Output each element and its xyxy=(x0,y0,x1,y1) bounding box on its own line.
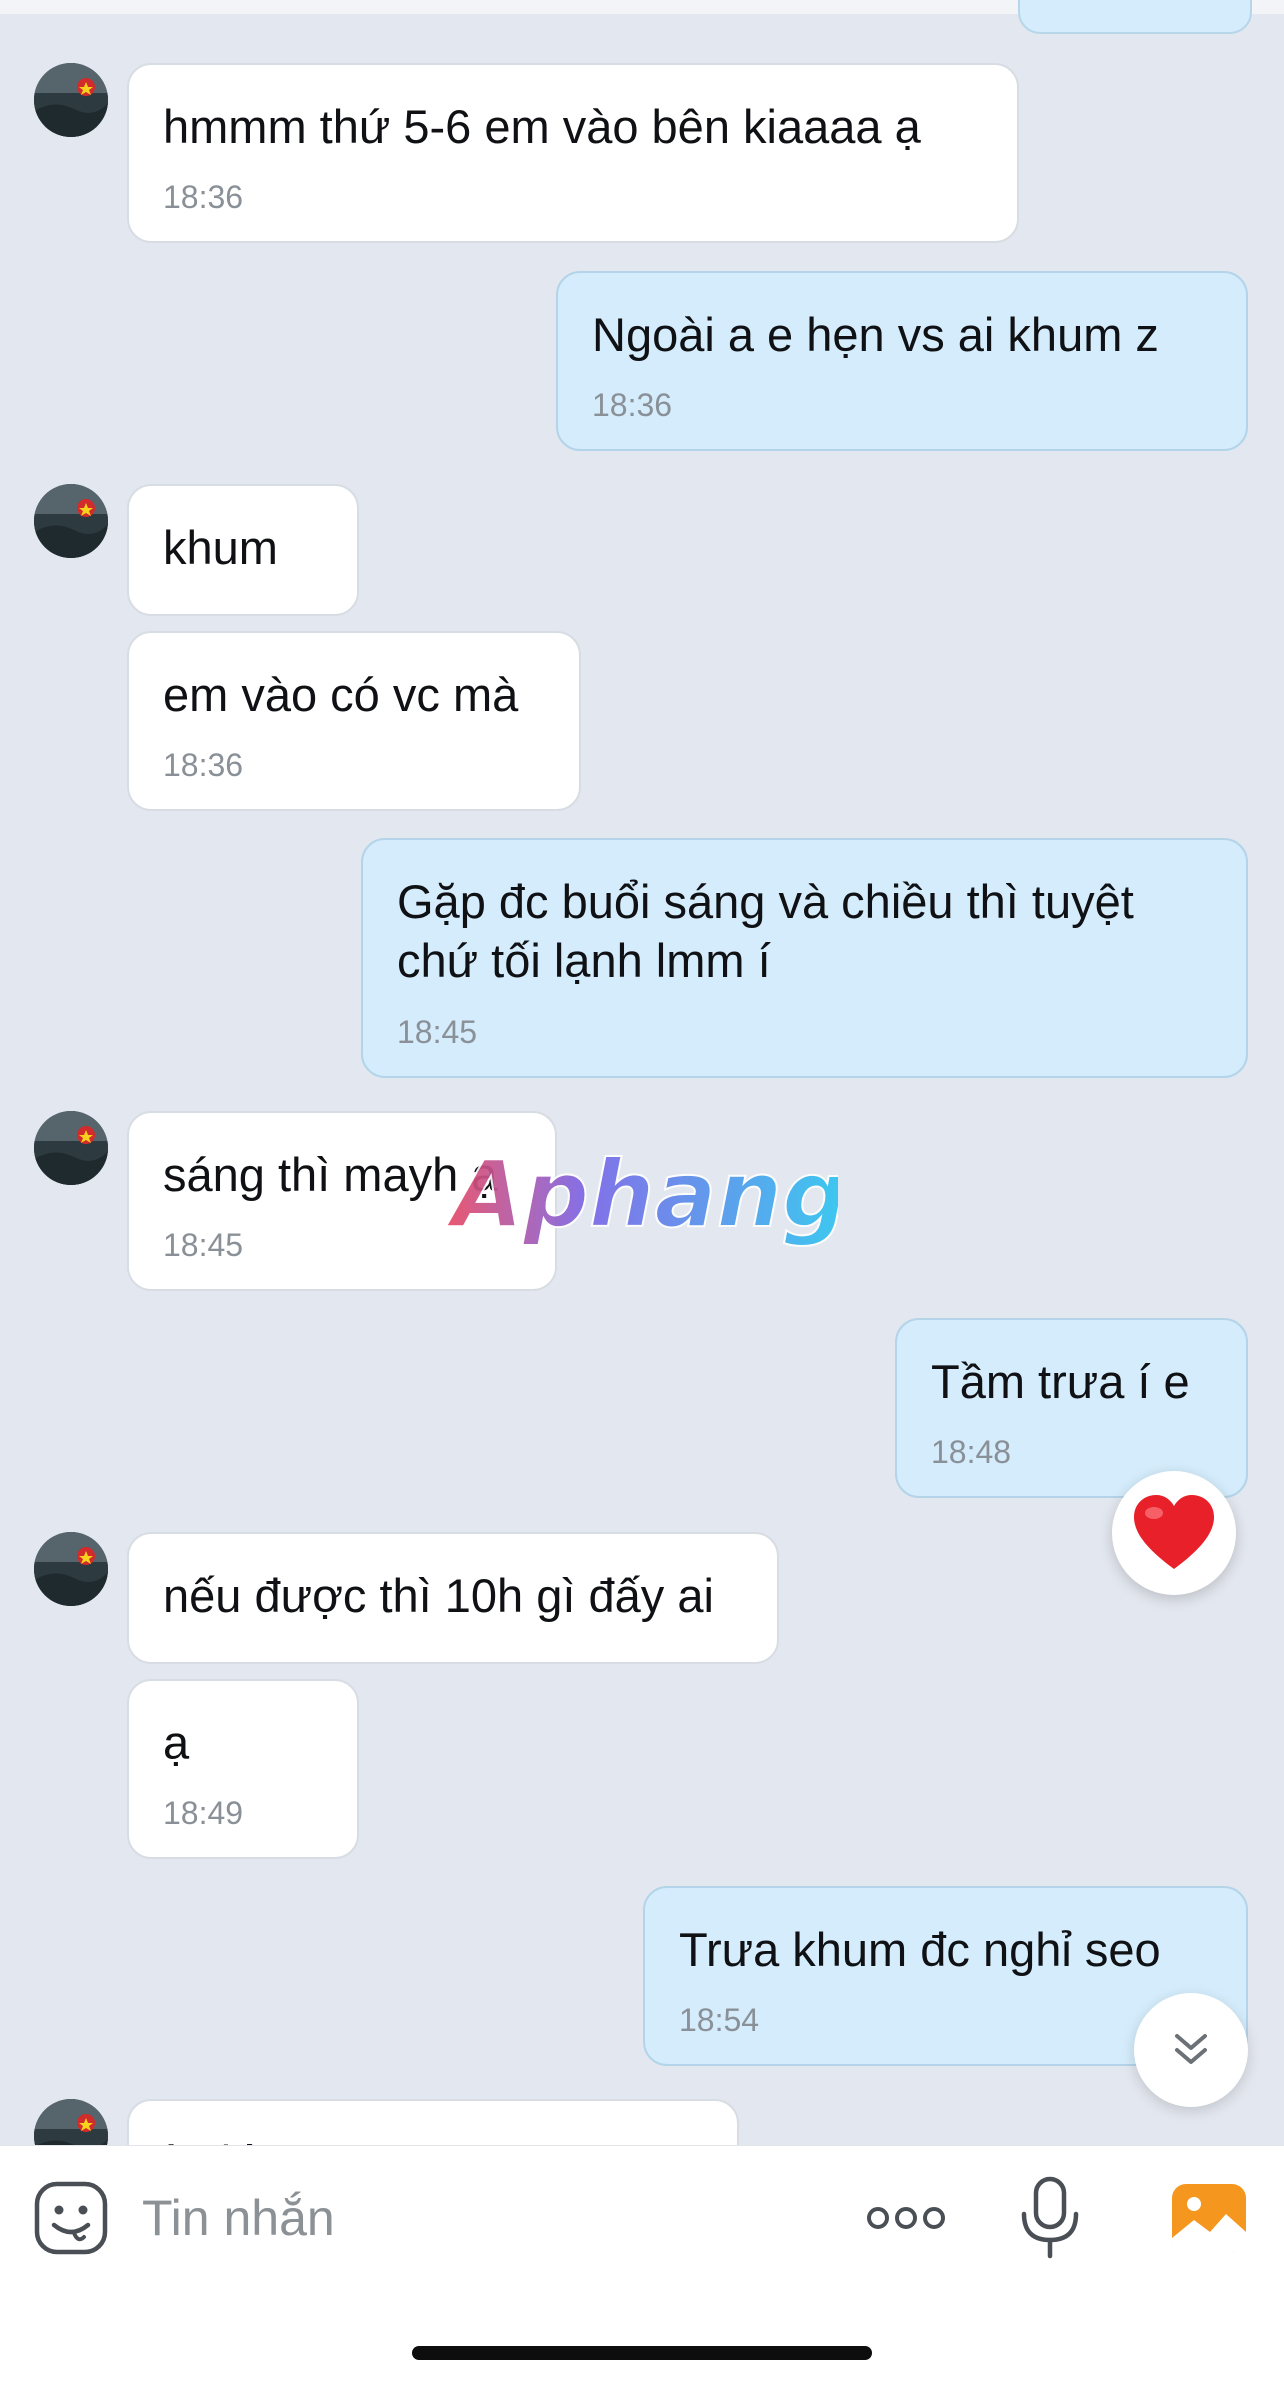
message-bubble-incoming[interactable]: khum xyxy=(127,484,359,616)
message-text: khum xyxy=(163,521,278,574)
contact-avatar[interactable] xyxy=(34,1532,108,1606)
more-options-icon[interactable] xyxy=(866,2198,946,2238)
watermark-text: Aphang xyxy=(448,1141,838,1248)
contact-avatar[interactable] xyxy=(34,63,108,137)
message-text: em vào có vc mà xyxy=(163,668,519,721)
scroll-to-bottom-button[interactable] xyxy=(1134,1993,1248,2107)
previous-message-bubble[interactable] xyxy=(1018,0,1252,34)
emoji-sticker-icon[interactable] xyxy=(34,2181,108,2255)
message-time: 18:36 xyxy=(163,747,244,783)
microphone-icon[interactable] xyxy=(1018,2176,1082,2260)
message-bubble-incoming[interactable]: em vào có vc mà 18:36 xyxy=(127,631,581,811)
message-bubble-incoming[interactable]: ạ 18:49 xyxy=(127,1679,359,1859)
double-chevron-down-icon xyxy=(1175,2034,1207,2064)
message-text: hmmm thứ 5-6 em vào bên kiaaaa ạ xyxy=(163,100,921,153)
reaction-badge[interactable] xyxy=(1112,1471,1236,1595)
photo-gallery-icon[interactable] xyxy=(1170,2182,1248,2254)
message-text: Trưa khum đc nghỉ seo xyxy=(679,1923,1161,1976)
message-time: 18:36 xyxy=(592,387,673,423)
message-bubble-outgoing[interactable]: Ngoài a e hẹn vs ai khum z 18:36 xyxy=(556,271,1248,451)
message-time: 18:45 xyxy=(397,1014,478,1050)
message-time: 18:54 xyxy=(679,2002,760,2038)
message-text: ạ xyxy=(163,1716,190,1769)
message-time: 18:45 xyxy=(163,1227,244,1263)
contact-avatar[interactable] xyxy=(34,2099,108,2145)
message-time: 18:49 xyxy=(163,1795,244,1831)
message-text: nếu được thì 10h gì đấy ai xyxy=(163,1569,714,1622)
message-text: Tầm trưa í e xyxy=(931,1355,1190,1408)
contact-avatar[interactable] xyxy=(34,484,108,558)
message-bubble-incoming[interactable]: hmmm thứ 5-6 em vào bên kiaaaa ạ 18:36 xyxy=(127,63,1019,243)
message-time: 18:36 xyxy=(163,179,244,215)
message-text: Ngoài a e hẹn vs ai khum z xyxy=(592,308,1159,361)
contact-avatar[interactable] xyxy=(34,1111,108,1185)
chat-area: hmmm thứ 5-6 em vào bên kiaaaa ạ 18:36 N… xyxy=(0,0,1284,2145)
message-bubble-incoming[interactable]: nếu được thì 10h gì đấy ai xyxy=(127,1532,779,1664)
message-text: ừ thì .... xyxy=(163,2133,707,2145)
message-bubble-outgoing[interactable]: Tầm trưa í e 18:48 xyxy=(895,1318,1248,1498)
message-text: Gặp đc buổi sáng và chiều thì tuyệt chứ … xyxy=(397,875,1134,987)
message-bubble-incoming[interactable]: ừ thì .... xyxy=(127,2099,739,2145)
watermark-logo: Aphang xyxy=(448,1140,838,1250)
home-indicator xyxy=(412,2346,872,2360)
message-input[interactable] xyxy=(142,2182,792,2254)
heart-icon xyxy=(1134,1495,1214,1569)
message-time: 18:48 xyxy=(931,1434,1012,1470)
message-bubble-outgoing[interactable]: Gặp đc buổi sáng và chiều thì tuyệt chứ … xyxy=(361,838,1248,1078)
